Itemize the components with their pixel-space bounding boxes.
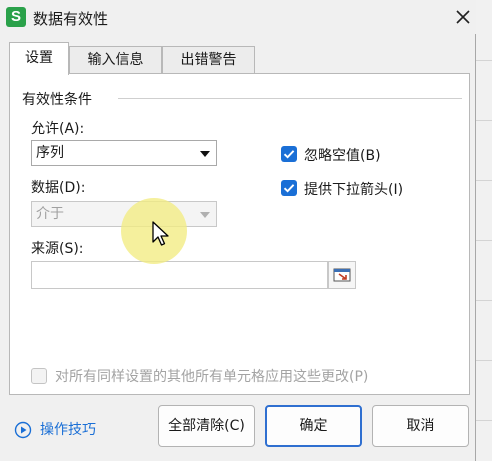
settings-panel: 有效性条件 允许(A): 序列 数据(D): 介于 忽略空值(B) 提供下拉箭头…	[9, 73, 470, 395]
dialog-title: 数据有效性	[33, 10, 109, 28]
tab-input-message[interactable]: 输入信息	[69, 46, 162, 74]
allow-label: 允许(A):	[31, 121, 85, 137]
tab-error-alert[interactable]: 出错警告	[162, 46, 255, 74]
allow-select[interactable]: 序列	[31, 140, 217, 166]
chevron-down-icon	[200, 151, 210, 157]
allow-select-value: 序列	[36, 145, 64, 161]
in-cell-dropdown-checkbox[interactable]	[281, 180, 297, 196]
chevron-down-icon	[200, 212, 210, 218]
data-label: 数据(D):	[31, 180, 86, 196]
group-divider	[118, 98, 462, 99]
data-select-value: 介于	[36, 206, 64, 222]
ok-button[interactable]: 确定	[265, 405, 362, 447]
background-sheet-edge	[475, 0, 492, 461]
ignore-blank-checkbox[interactable]	[281, 146, 297, 162]
tips-link[interactable]: 操作技巧	[40, 419, 96, 439]
mouse-pointer-icon	[152, 221, 169, 246]
range-picker-button[interactable]	[328, 261, 356, 289]
apply-to-all-checkbox[interactable]	[31, 368, 47, 384]
source-label: 来源(S):	[31, 241, 84, 257]
data-validation-dialog: S 数据有效性 设置 输入信息 出错警告 有效性条件 允许(A): 序列 数据(…	[0, 0, 476, 461]
in-cell-dropdown-label: 提供下拉箭头(I)	[304, 182, 404, 198]
validation-criteria-group-label: 有效性条件	[22, 89, 96, 109]
cancel-button[interactable]: 取消	[372, 405, 469, 447]
ignore-blank-label: 忽略空值(B)	[304, 148, 381, 164]
clear-all-button[interactable]: 全部清除(C)	[158, 405, 255, 447]
spreadsheet-app-icon: S	[6, 7, 26, 27]
title-bar: S 数据有效性	[0, 0, 476, 34]
source-input[interactable]	[31, 261, 328, 289]
tab-settings[interactable]: 设置	[9, 42, 69, 75]
apply-to-all-label: 对所有同样设置的其他所有单元格应用这些更改(P)	[55, 369, 369, 385]
play-circle-icon[interactable]	[14, 421, 32, 439]
close-icon[interactable]	[454, 8, 472, 26]
range-picker-icon	[333, 268, 351, 282]
